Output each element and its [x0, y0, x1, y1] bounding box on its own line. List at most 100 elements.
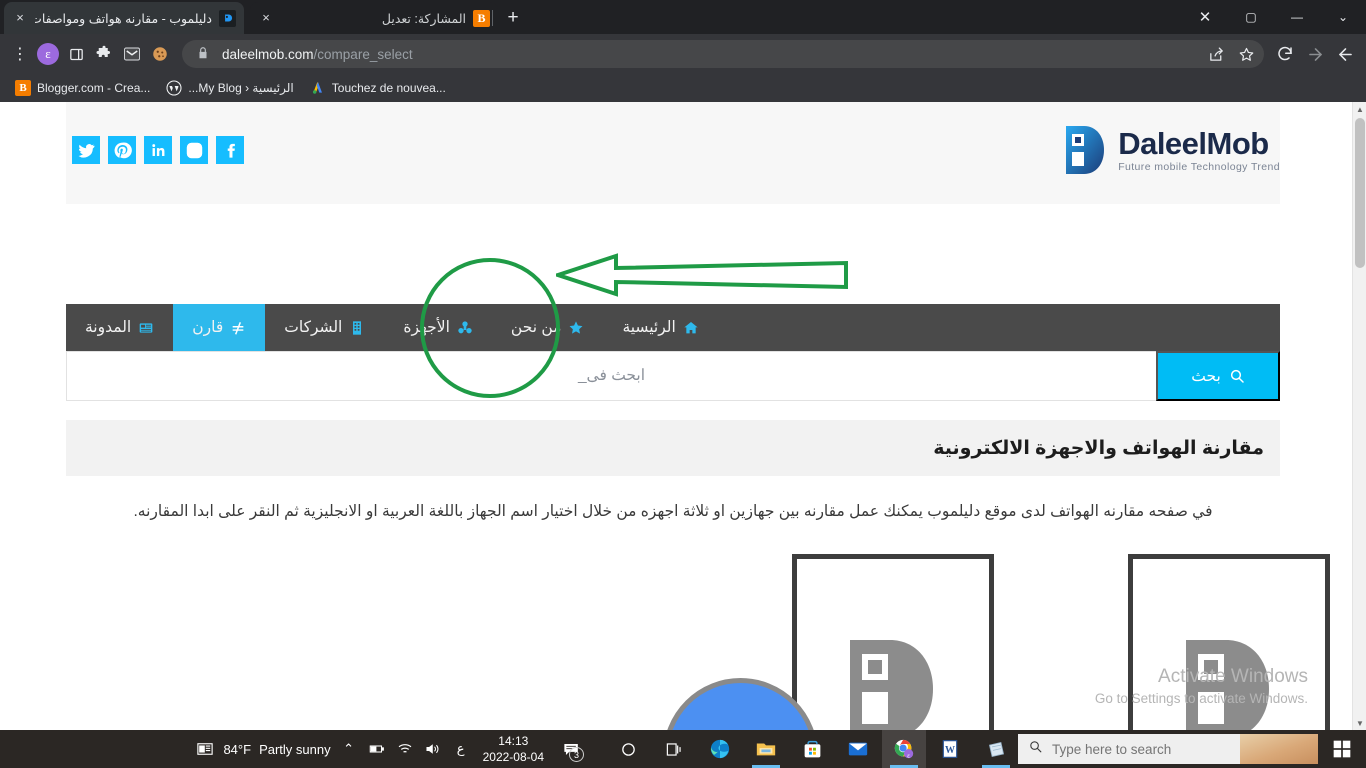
search-icon — [1230, 369, 1244, 383]
facebook-icon[interactable] — [216, 136, 244, 164]
bookmark-label: Blogger.com - Crea... — [37, 81, 151, 95]
nav-item-label: قارن — [192, 319, 224, 336]
forward-icon[interactable] — [1300, 39, 1330, 69]
cortana-icon[interactable] — [606, 730, 650, 768]
browser-tab-title: دليلموب - مقارنه هواتف ومواصفات — [35, 11, 212, 26]
address-bar[interactable]: daleelmob.com/compare_select — [182, 40, 1264, 68]
news-weather-icon[interactable] — [195, 739, 215, 759]
social-links — [72, 136, 244, 164]
notifications-icon[interactable]: 3 — [556, 730, 586, 768]
windows-start-icon[interactable] — [1318, 730, 1366, 768]
window-controls: ⌄ — ▢ ✕ — [1182, 0, 1366, 34]
devices-icon — [457, 320, 473, 336]
brand-tagline: Future mobile Technology Trend — [1118, 160, 1280, 173]
nav-item-blog[interactable]: المدونة — [66, 304, 173, 351]
site-search-bar: بحث — [66, 351, 1280, 401]
cookie-icon[interactable] — [146, 40, 174, 68]
share-icon[interactable] — [1202, 40, 1230, 68]
nav-item-label: المدونة — [85, 319, 132, 336]
clock-time: 14:13 — [498, 733, 529, 748]
search-input[interactable] — [67, 352, 1156, 400]
close-window-button[interactable]: ✕ — [1182, 0, 1228, 34]
minimize-button[interactable]: — — [1274, 0, 1320, 34]
gmail-icon[interactable] — [118, 40, 146, 68]
nav-item-label: الشركات — [284, 319, 343, 336]
nav-item-label: الأجهزة — [403, 319, 450, 336]
device-slot-2[interactable] — [792, 554, 994, 730]
nav-item-label: الرئيسية — [622, 319, 676, 336]
maximize-button[interactable]: ▢ — [1228, 0, 1274, 34]
url-path: /compare_select — [313, 46, 413, 62]
extensions-puzzle-icon[interactable] — [90, 40, 118, 68]
chevron-up-icon[interactable]: ⌃ — [339, 739, 359, 759]
site-logo[interactable]: DaleelMob Future mobile Technology Trend — [1062, 124, 1280, 176]
google-ads-icon — [310, 80, 326, 96]
back-icon[interactable] — [1330, 39, 1360, 69]
microsoft-word-icon[interactable]: W — [928, 730, 972, 768]
search-input-wrapper — [66, 351, 1156, 401]
star-icon[interactable] — [1232, 40, 1260, 68]
page-scrollbar[interactable]: ▲ ▼ — [1352, 102, 1366, 730]
search-button[interactable]: بحث — [1156, 351, 1280, 401]
twitter-icon[interactable] — [72, 136, 100, 164]
weather-info[interactable]: 84°F Partly sunny — [223, 742, 330, 757]
avatar: ε — [37, 43, 59, 65]
google-chrome-icon[interactable]: ε — [882, 730, 926, 768]
scroll-down-icon[interactable]: ▼ — [1353, 716, 1366, 730]
battery-icon[interactable] — [367, 739, 387, 759]
nav-item-home[interactable]: الرئيسية — [603, 304, 717, 351]
microsoft-store-icon[interactable] — [790, 730, 834, 768]
omnibox-actions — [1202, 40, 1260, 68]
brand-name: DaleelMob — [1118, 125, 1269, 161]
bookmark-item[interactable]: B Blogger.com - Crea... — [8, 77, 157, 99]
task-view-icon[interactable] — [652, 730, 696, 768]
green-arrow-pointer — [556, 253, 848, 297]
building-icon — [349, 320, 365, 336]
pinterest-icon[interactable] — [108, 136, 136, 164]
nav-item-label: من نحن — [510, 319, 562, 336]
volume-icon[interactable] — [423, 739, 443, 759]
nav-item-companies[interactable]: الشركات — [265, 304, 384, 351]
wordpress-icon — [166, 80, 182, 96]
nav-item-about[interactable]: من نحن — [492, 304, 604, 351]
new-tab-button[interactable]: + — [500, 6, 526, 32]
reload-icon[interactable] — [1270, 39, 1300, 69]
bookmarks-bar: B Blogger.com - Crea... الرئيسية ‹ My Bl… — [0, 74, 1366, 102]
microsoft-edge-icon[interactable] — [698, 730, 742, 768]
scroll-up-icon[interactable]: ▲ — [1353, 102, 1366, 116]
chrome-chevron-icon[interactable]: ⌄ — [1320, 0, 1366, 34]
side-panel-icon[interactable] — [62, 40, 90, 68]
language-indicator[interactable]: ع — [451, 739, 471, 759]
watermark-subtitle: Go to Settings to activate Windows. — [1094, 691, 1308, 706]
browser-tab-active[interactable]: دليلموب - مقارنه هواتف ومواصفات × — [4, 2, 244, 34]
nav-item-devices[interactable]: الأجهزة — [384, 304, 492, 351]
mail-icon[interactable] — [836, 730, 880, 768]
bookmark-label: Touchez de nouvea... — [331, 81, 446, 95]
tab-separator — [492, 10, 493, 26]
instagram-icon[interactable] — [180, 136, 208, 164]
tab-strip: دليلموب - مقارنه هواتف ومواصفات × B المش… — [0, 0, 1366, 34]
search-button-label: بحث — [1191, 367, 1221, 385]
taskbar-apps: ε W — [606, 730, 1018, 768]
nav-item-compare[interactable]: قارن — [173, 304, 266, 351]
file-explorer-icon[interactable] — [744, 730, 788, 768]
lock-icon — [196, 46, 212, 62]
bookmark-item[interactable]: Touchez de nouvea... — [303, 77, 453, 99]
profile-avatar[interactable]: ε — [34, 40, 62, 68]
blogger-icon: B — [15, 80, 31, 96]
close-icon[interactable]: × — [258, 10, 274, 26]
wifi-icon[interactable] — [395, 739, 415, 759]
home-icon — [683, 320, 699, 336]
taskbar-search[interactable] — [1018, 734, 1318, 764]
search-decoration — [1240, 734, 1318, 764]
close-icon[interactable]: × — [12, 10, 28, 26]
chrome-menu-button[interactable]: ⋮ — [6, 40, 34, 68]
sticky-notes-icon[interactable] — [974, 730, 1018, 768]
clock[interactable]: 14:13 2022-08-04 — [479, 733, 548, 765]
scrollbar-thumb[interactable] — [1355, 118, 1365, 268]
browser-tab-inactive[interactable]: B المشاركة: تعديل × — [250, 2, 498, 34]
bookmark-item[interactable]: الرئيسية ‹ My Blog... — [159, 77, 300, 99]
linkedin-icon[interactable] — [144, 136, 172, 164]
search-icon — [1028, 739, 1043, 759]
page-viewport: DaleelMob Future mobile Technology Trend… — [0, 102, 1366, 730]
